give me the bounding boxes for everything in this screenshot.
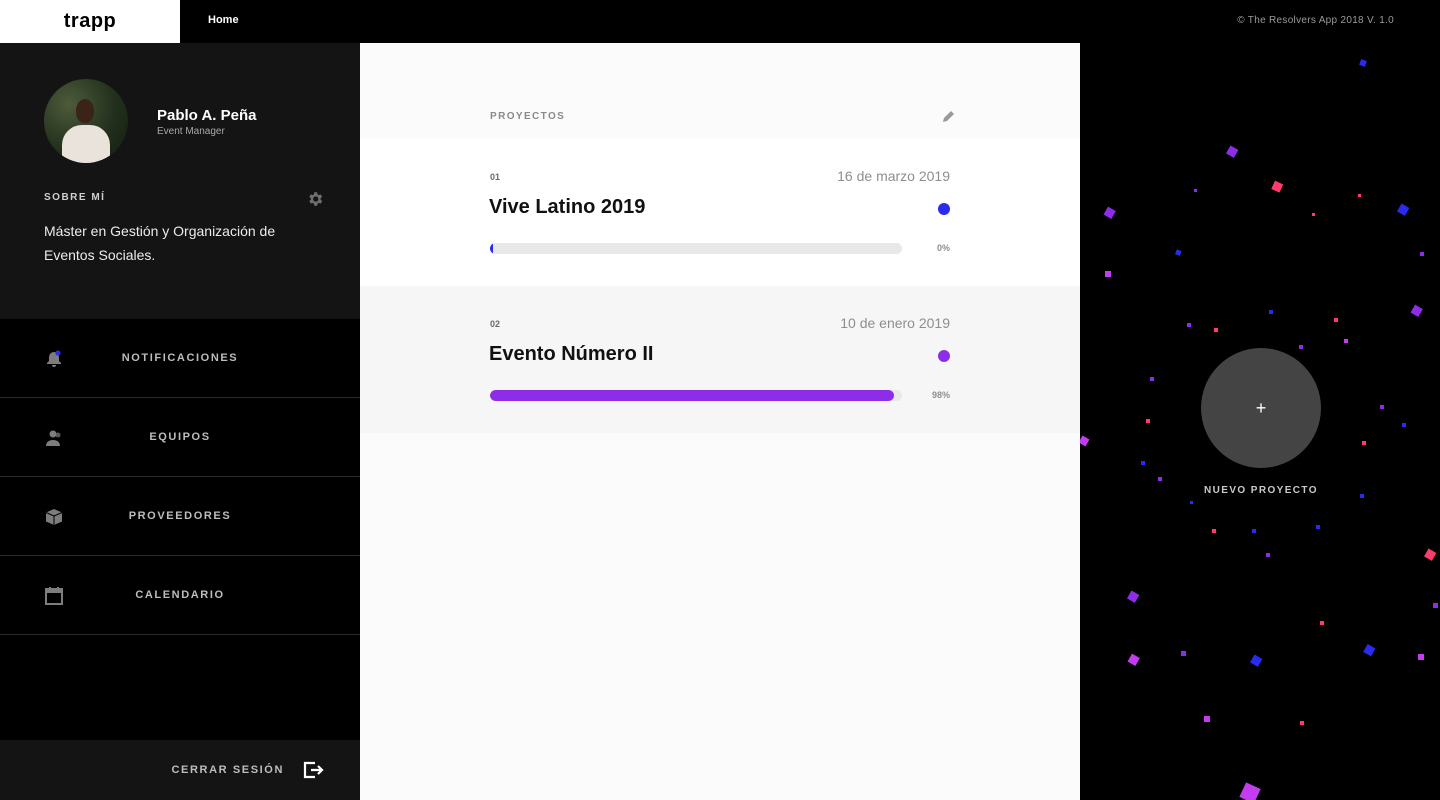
project-card[interactable]: 02 10 de enero 2019 Evento Número II 98% xyxy=(360,286,1080,433)
new-project-button[interactable]: + xyxy=(1201,348,1321,468)
projects-header: PROYECTOS xyxy=(360,43,1080,133)
logout-button[interactable]: CERRAR SESIÓN xyxy=(0,740,360,800)
users-icon xyxy=(44,428,64,448)
bell-icon xyxy=(44,349,64,369)
projects-title: PROYECTOS xyxy=(490,111,566,122)
project-number: 01 xyxy=(490,172,501,182)
projects-panel: PROYECTOS 01 16 de marzo 2019 Vive Latin… xyxy=(360,43,1080,800)
project-card[interactable]: 01 16 de marzo 2019 Vive Latino 2019 0% xyxy=(360,139,1080,286)
project-name: Evento Número II xyxy=(489,343,654,365)
gear-icon[interactable] xyxy=(306,190,324,208)
sidebar-item-notificaciones[interactable]: NOTIFICACIONES xyxy=(0,319,360,398)
about-text: Máster en Gestión y Organización de Even… xyxy=(44,223,276,263)
project-status-dot xyxy=(938,350,950,362)
project-date: 10 de enero 2019 xyxy=(840,315,950,331)
project-progress-percent: 0% xyxy=(936,243,950,253)
sidebar-item-calendario[interactable]: CALENDARIO xyxy=(0,556,360,635)
profile-card: Pablo A. Peña Event Manager SOBRE MÍ Más… xyxy=(0,43,360,319)
project-name: Vive Latino 2019 xyxy=(489,196,646,218)
profile-name: Pablo A. Peña xyxy=(157,107,257,124)
sidebar-item-equipos[interactable]: EQUIPOS xyxy=(0,398,360,477)
nav-home-link[interactable]: Home xyxy=(208,14,239,26)
new-project-panel: + NUEVO PROYECTO xyxy=(1080,43,1440,800)
top-bar: trapp Home © The Resolvers App 2018 V. 1… xyxy=(0,0,1440,43)
about-label: SOBRE MÍ xyxy=(44,192,106,203)
logout-label: CERRAR SESIÓN xyxy=(171,764,284,776)
plus-icon: + xyxy=(1255,397,1267,418)
profile-role: Event Manager xyxy=(157,126,225,137)
app-logo[interactable]: trapp xyxy=(0,0,180,43)
copyright-text: © The Resolvers App 2018 V. 1.0 xyxy=(1237,15,1394,26)
project-progress-bar xyxy=(490,390,902,401)
avatar xyxy=(44,79,128,163)
project-progress-fill xyxy=(490,243,493,254)
project-progress-fill xyxy=(490,390,894,401)
logout-icon xyxy=(302,759,324,781)
calendar-icon xyxy=(44,586,64,606)
edit-icon[interactable] xyxy=(942,109,956,123)
project-progress-percent: 98% xyxy=(931,390,950,400)
project-number: 02 xyxy=(490,319,501,329)
sidebar-menu: NOTIFICACIONES EQUIPOS PROVEEDORES CALEN… xyxy=(0,319,360,635)
box-icon xyxy=(44,507,64,527)
sidebar: Pablo A. Peña Event Manager SOBRE MÍ Más… xyxy=(0,43,360,800)
project-date: 16 de marzo 2019 xyxy=(837,168,950,184)
project-progress-bar xyxy=(490,243,902,254)
project-status-dot xyxy=(938,203,950,215)
sidebar-item-proveedores[interactable]: PROVEEDORES xyxy=(0,477,360,556)
new-project-label: NUEVO PROYECTO xyxy=(1204,485,1318,496)
